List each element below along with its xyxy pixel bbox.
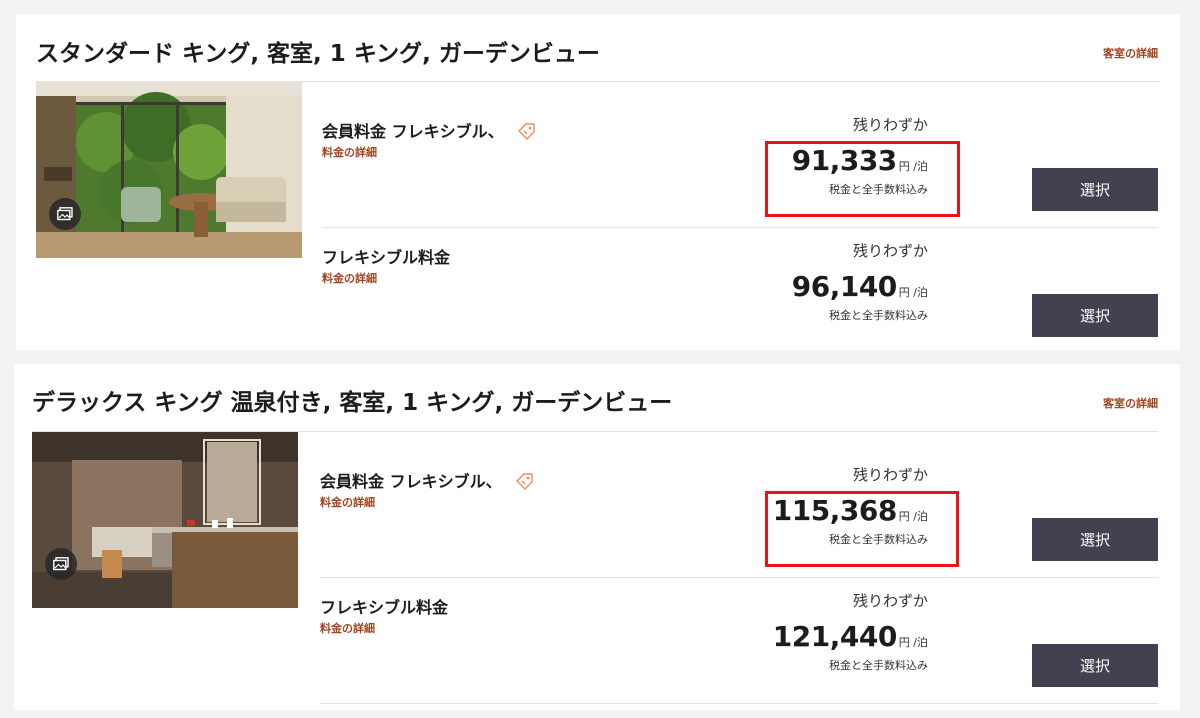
select-button[interactable]: 選択 (1032, 644, 1158, 687)
highlight-box (765, 491, 959, 567)
room-photo[interactable] (36, 82, 302, 258)
rate-row: 会員料金 フレキシブル、 料金の詳細 残りわずか 115,368 円 /泊 税金と… (320, 460, 1158, 586)
rate-row: フレキシブル料金 料金の詳細 残りわずか 96,140 円 /泊 税金と全手数料込… (322, 236, 1158, 362)
room-card: スタンダード キング, 客室, 1 キング, ガーデンビュー 客室の詳細 会員料… (16, 14, 1180, 350)
rate-name: 会員料金 フレキシブル、 (322, 118, 537, 144)
gallery-icon (57, 207, 73, 221)
rate-name-text: 会員料金 フレキシブル、 (320, 472, 502, 491)
tax-note: 税金と全手数料込み (829, 659, 928, 672)
tag-icon (515, 472, 535, 494)
room-photo[interactable] (32, 432, 298, 608)
availability-label: 残りわずか (852, 466, 928, 484)
select-button[interactable]: 選択 (1032, 518, 1158, 561)
rate-row: 会員料金 フレキシブル、 料金の詳細 残りわずか 91,333 円 /泊 税金と全… (322, 110, 1158, 236)
tag-icon (517, 122, 537, 144)
room-title: スタンダード キング, 客室, 1 キング, ガーデンビュー (36, 41, 600, 67)
rate-row: フレキシブル料金 料金の詳細 残りわずか 121,440 円 /泊 税金と全手数料… (320, 586, 1158, 712)
tax-note: 税金と全手数料込み (829, 309, 928, 322)
room-card: デラックス キング 温泉付き, 客室, 1 キング, ガーデンビュー 客室の詳細 (14, 364, 1180, 710)
divider (320, 577, 1158, 578)
select-button[interactable]: 選択 (1032, 294, 1158, 337)
price-unit: 円 /泊 (898, 286, 928, 299)
rate-details-link[interactable]: 料金の詳細 (322, 270, 377, 286)
availability-label: 残りわずか (852, 116, 928, 134)
price-block: 96,140 円 /泊 税金と全手数料込み (792, 270, 928, 323)
gallery-button[interactable] (45, 548, 77, 580)
divider (322, 227, 1158, 228)
rate-details-link[interactable]: 料金の詳細 (320, 620, 375, 636)
price-amount: 121,440 (772, 620, 898, 653)
rate-details-link[interactable]: 料金の詳細 (322, 144, 377, 160)
rate-name: フレキシブル料金 (320, 594, 448, 618)
divider (320, 703, 1158, 704)
room-photo-image (36, 82, 302, 258)
price-block: 121,440 円 /泊 税金と全手数料込み (773, 620, 928, 673)
rate-name-text: フレキシブル料金 (322, 248, 451, 267)
select-button[interactable]: 選択 (1032, 168, 1158, 211)
price-amount: 96,140 (791, 270, 898, 303)
room-photo-image (32, 432, 298, 608)
gallery-icon (53, 557, 69, 571)
room-details-link[interactable]: 客室の詳細 (1103, 45, 1158, 61)
rate-name: 会員料金 フレキシブル、 (320, 468, 535, 494)
rate-name-text: 会員料金 フレキシブル、 (322, 122, 504, 141)
room-title: デラックス キング 温泉付き, 客室, 1 キング, ガーデンビュー (32, 390, 673, 416)
highlight-box (765, 141, 960, 217)
rate-name: フレキシブル料金 (322, 244, 450, 268)
rate-name-text: フレキシブル料金 (320, 598, 449, 617)
room-details-link[interactable]: 客室の詳細 (1103, 395, 1158, 411)
availability-label: 残りわずか (852, 592, 928, 610)
gallery-button[interactable] (49, 198, 81, 230)
availability-label: 残りわずか (852, 242, 928, 260)
rate-details-link[interactable]: 料金の詳細 (320, 494, 375, 510)
price-unit: 円 /泊 (898, 636, 928, 649)
